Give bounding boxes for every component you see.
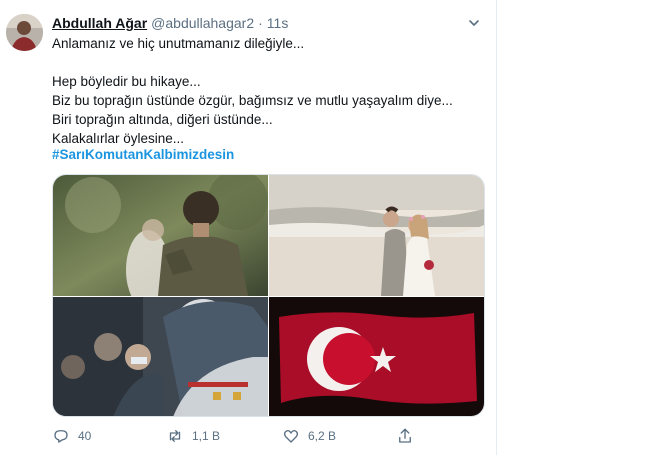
turkish-flag-photo[interactable] <box>269 297 484 416</box>
share-icon[interactable] <box>396 427 414 445</box>
tweet-text: Anlamanız ve hiç unutmamanız dileğiyle..… <box>52 34 482 148</box>
tweet-text-line: Biz bu toprağın üstünde özgür, bağımsız … <box>52 93 453 108</box>
tweet-card[interactable]: Abdullah Ağar @abdullahagar2 · 11s Anlam… <box>0 0 497 455</box>
tweet-text-line: Hep böyledir bu hikaye... <box>52 74 201 89</box>
share-action[interactable] <box>396 426 414 446</box>
retweet-count: 1,1 B <box>192 429 221 443</box>
hashtag-link[interactable]: #SarıKomutanKalbimizdesin <box>52 147 234 162</box>
tweet-timestamp[interactable]: 11s <box>267 15 289 31</box>
retweet-icon[interactable] <box>166 427 184 445</box>
user-handle[interactable]: @abdullahagar2 <box>151 15 254 31</box>
reply-action[interactable]: 40 <box>52 426 91 446</box>
funeral-crowd-photo[interactable] <box>53 297 268 416</box>
tweet-text-line <box>52 53 482 72</box>
heart-icon[interactable] <box>282 427 300 445</box>
media-grid <box>52 174 485 417</box>
tweet-actions: 40 1,1 B 6,2 B <box>52 426 485 446</box>
tweet-header: Abdullah Ağar @abdullahagar2 · 11s <box>52 13 484 33</box>
beach-couple-photo[interactable] <box>269 175 484 296</box>
avatar[interactable] <box>6 14 43 51</box>
separator-dot: · <box>258 15 263 31</box>
reply-count: 40 <box>78 429 92 443</box>
like-count: 6,2 B <box>308 429 337 443</box>
tweet-text-line: Biri toprağın altında, diğeri üstünde... <box>52 112 273 127</box>
chevron-down-icon[interactable] <box>464 13 484 33</box>
tweet-text-line: Kalakalırlar öylesine... <box>52 131 185 146</box>
display-name[interactable]: Abdullah Ağar <box>52 15 147 31</box>
reply-icon[interactable] <box>52 427 70 445</box>
tweet-text-line: Anlamanız ve hiç unutmamanız dileğiyle..… <box>52 36 305 51</box>
like-action[interactable]: 6,2 B <box>282 426 336 446</box>
retweet-action[interactable]: 1,1 B <box>166 426 220 446</box>
soldier-back-photo[interactable] <box>53 175 268 296</box>
